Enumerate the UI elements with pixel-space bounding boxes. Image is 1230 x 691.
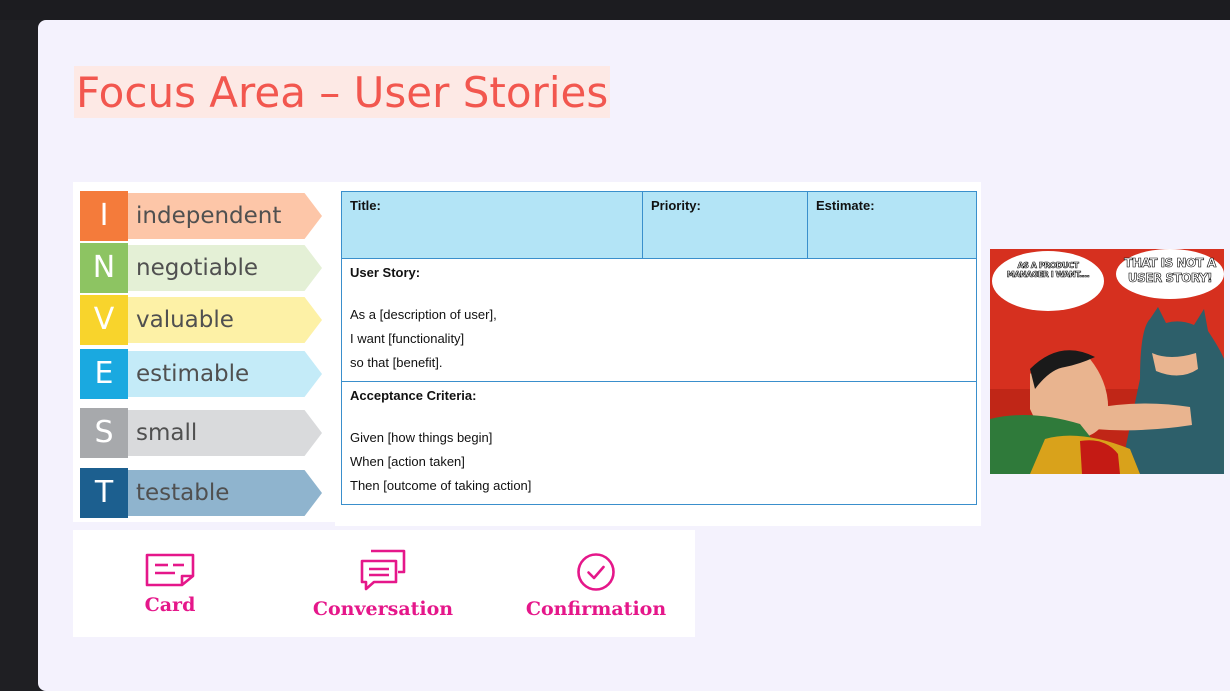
user-story-line: As a [description of user], <box>350 307 497 322</box>
invest-letter: I <box>80 191 128 241</box>
batman-slap-meme: AS A PRODUCT MANAGER I WANT.... THAT IS … <box>990 249 1224 474</box>
user-story-line: so that [benefit]. <box>350 355 443 370</box>
invest-row-independent: I independent <box>80 191 322 241</box>
conversation-item: Conversation <box>293 548 473 620</box>
user-story-table: Title: Priority: Estimate: User Story: A… <box>341 191 977 505</box>
window-top-bar <box>0 0 1230 20</box>
card-label: Card <box>144 594 196 616</box>
card-item: Card <box>80 552 260 616</box>
invest-letter: S <box>80 408 128 458</box>
invest-word: testable <box>136 480 230 506</box>
acceptance-line: When [action taken] <box>350 454 465 469</box>
three-c-panel: Card Conversation Confirmation <box>73 530 695 637</box>
estimate-cell: Estimate: <box>807 191 977 259</box>
invest-word: valuable <box>136 307 234 333</box>
invest-letter: E <box>80 349 128 399</box>
priority-cell: Priority: <box>642 191 808 259</box>
conversation-label: Conversation <box>312 598 454 620</box>
invest-word: estimable <box>136 361 250 387</box>
invest-row-small: S small <box>80 408 322 458</box>
invest-row-testable: T testable <box>80 468 322 518</box>
acceptance-line: Given [how things begin] <box>350 430 493 445</box>
acceptance-line: Then [outcome of taking action] <box>350 478 532 493</box>
invest-word: independent <box>136 203 282 229</box>
acceptance-criteria-label: Acceptance Criteria: <box>350 388 477 403</box>
invest-letter: T <box>80 468 128 518</box>
left-speech-bubble <box>992 251 1104 311</box>
invest-word: small <box>136 420 198 446</box>
conversation-icon <box>360 549 406 591</box>
invest-row-estimable: E estimable <box>80 349 322 399</box>
right-bubble-text: THAT IS NOT A USER STORY! <box>1124 256 1217 286</box>
user-story-line: I want [functionality] <box>350 331 465 346</box>
invest-letter: V <box>80 295 128 345</box>
confirmation-label: Confirmation <box>525 598 667 620</box>
slide-title: Focus Area – User Stories <box>74 66 611 118</box>
title-cell: Title: <box>341 191 643 259</box>
acceptance-criteria-cell: Acceptance Criteria: Given [how things b… <box>341 381 977 505</box>
confirmation-item: Confirmation <box>506 552 686 620</box>
card-icon <box>145 553 195 587</box>
invest-row-negotiable: N negotiable <box>80 243 322 293</box>
left-bubble-text: AS A PRODUCT MANAGER I WANT.... <box>1006 261 1090 280</box>
user-story-card: Title: Priority: Estimate: User Story: A… <box>335 182 981 526</box>
invest-letter: N <box>80 243 128 293</box>
user-story-label: User Story: <box>350 265 421 280</box>
invest-word: negotiable <box>136 255 259 281</box>
presentation-slide: Focus Area – User Stories I independent … <box>38 20 1230 691</box>
invest-row-valuable: V valuable <box>80 295 322 345</box>
user-story-cell: User Story: As a [description of user], … <box>341 258 977 382</box>
check-circle-icon <box>577 553 615 591</box>
invest-panel: I independent N negotiable V valuable E … <box>73 182 335 522</box>
